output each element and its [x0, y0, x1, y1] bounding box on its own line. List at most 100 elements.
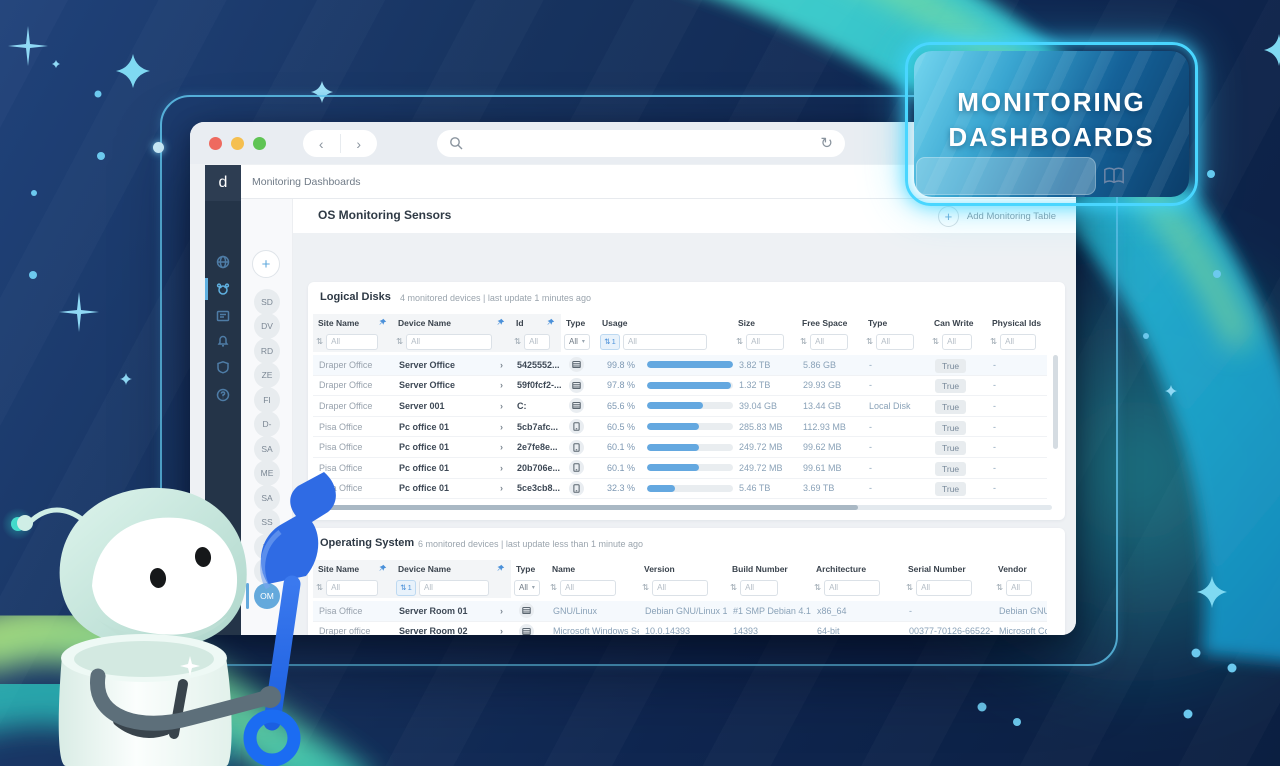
filter-architecture[interactable]	[824, 580, 880, 596]
filter-serial-number[interactable]	[916, 580, 972, 596]
filter-physical-ids[interactable]	[1000, 334, 1036, 350]
sort-icon[interactable]: ⇅	[932, 336, 939, 347]
filter-type-select[interactable]: All▾	[514, 580, 540, 596]
pin-icon[interactable]	[546, 318, 555, 327]
sort-icon[interactable]: ⇅	[800, 336, 807, 347]
sort-icon[interactable]: ⇅	[514, 336, 521, 347]
filter-can-write[interactable]	[942, 334, 972, 350]
app-logo[interactable]: d	[205, 165, 241, 201]
close-window-button[interactable]	[209, 137, 222, 150]
sidebar-item-dashboards[interactable]	[205, 305, 241, 327]
chevron-right-icon[interactable]: ›	[500, 606, 503, 616]
col-vendor: Vendor	[993, 560, 1047, 577]
sidebar-item-network[interactable]	[205, 251, 241, 273]
avatar-ze[interactable]: ZE	[254, 362, 280, 388]
sort-icon[interactable]: ⇅	[990, 336, 997, 347]
caret-down-icon: ▾	[582, 338, 585, 345]
chevron-right-icon[interactable]: ›	[500, 401, 503, 411]
sort-icon[interactable]: ⇅	[642, 582, 649, 593]
can-write-badge: True	[935, 462, 966, 476]
table-row[interactable]: Pisa Office Pc office 01› 20b706e... 60.…	[313, 458, 1047, 479]
sort-icon[interactable]: ⇅	[866, 336, 873, 347]
table-row[interactable]: Pisa Office Pc office 01› 5ce3cb8... 32.…	[313, 479, 1047, 500]
pin-icon[interactable]	[496, 318, 505, 327]
page-title: OS Monitoring Sensors	[318, 208, 451, 222]
filter-type-select[interactable]: All▾	[564, 334, 590, 350]
table-row[interactable]: Draper Office Server Office› 59f0fcf2-..…	[313, 376, 1047, 397]
filter-size[interactable]	[746, 334, 784, 350]
device-icon	[569, 481, 584, 496]
sort-icon[interactable]: ⇅	[736, 336, 743, 347]
filter-device-name[interactable]	[406, 334, 492, 350]
sidebar-item-sensors[interactable]	[205, 278, 241, 300]
table-row[interactable]: Draper Office Server 001› C: 65.6 % 39.0…	[313, 396, 1047, 417]
filter-site-name[interactable]	[326, 334, 378, 350]
table-row[interactable]: Pisa Office Server Room 01› GNU/Linux De…	[313, 601, 1047, 622]
add-group-button[interactable]: +	[252, 250, 280, 278]
avatar-d[interactable]: D-	[254, 411, 280, 437]
filter-type-2[interactable]	[876, 334, 914, 350]
avatar-sd[interactable]: SD	[254, 289, 280, 315]
sidebar-item-alerts[interactable]	[205, 330, 241, 352]
usage-sort-badge[interactable]: ⇅1	[600, 334, 620, 350]
chevron-right-icon[interactable]: ›	[500, 442, 503, 452]
back-button[interactable]: ‹	[303, 130, 340, 157]
chevron-right-icon[interactable]: ›	[500, 463, 503, 473]
chevron-right-icon[interactable]: ›	[500, 380, 503, 390]
avatar-sa[interactable]: SA	[254, 436, 280, 462]
sort-icon[interactable]: ⇅	[396, 336, 403, 347]
chevron-right-icon[interactable]: ›	[500, 360, 503, 370]
address-bar[interactable]: ↻	[437, 130, 845, 157]
globe-icon	[216, 255, 230, 269]
sort-icon[interactable]: ⇅	[814, 582, 821, 593]
filter-version[interactable]	[652, 580, 708, 596]
col-site-name: Site Name	[318, 318, 359, 328]
table-row[interactable]: Draper Office Server Office› 5425552... …	[313, 355, 1047, 376]
sidebar-item-security[interactable]	[205, 356, 241, 378]
chevron-right-icon[interactable]: ›	[500, 483, 503, 493]
horizontal-scrollbar-thumb[interactable]	[313, 505, 858, 510]
filter-id[interactable]	[524, 334, 550, 350]
filter-device-name[interactable]	[419, 580, 489, 596]
avatar-fi[interactable]: FI	[254, 387, 280, 413]
can-write-badge: True	[935, 379, 966, 393]
sort-icon[interactable]: ⇅	[316, 336, 323, 347]
operating-system-subtitle: 6 monitored devices | last update less t…	[418, 539, 643, 549]
chevron-right-icon[interactable]: ›	[500, 422, 503, 432]
vertical-scrollbar-thumb[interactable]	[1053, 355, 1058, 449]
table-row[interactable]: Draper office Server Room 02› Microsoft …	[313, 622, 1047, 635]
filter-usage[interactable]	[623, 334, 707, 350]
chevron-right-icon[interactable]: ›	[500, 626, 503, 635]
horizontal-scrollbar[interactable]	[313, 505, 1052, 510]
pin-icon[interactable]	[378, 318, 387, 327]
device-icon	[569, 419, 584, 434]
filter-free-space[interactable]	[810, 334, 848, 350]
sort-icon[interactable]: ⇅	[550, 582, 557, 593]
sort-icon[interactable]: ⇅	[906, 582, 913, 593]
sidebar-item-help[interactable]	[205, 384, 241, 406]
minimize-window-button[interactable]	[231, 137, 244, 150]
avatar-rd[interactable]: RD	[254, 338, 280, 364]
pin-icon[interactable]	[378, 564, 387, 573]
forward-button[interactable]: ›	[341, 130, 378, 157]
filter-build-number[interactable]	[740, 580, 778, 596]
table-row[interactable]: Pisa Office Pc office 01› 2e7fe8e... 60.…	[313, 437, 1047, 458]
can-write-badge: True	[935, 421, 966, 435]
sort-icon[interactable]: ⇅	[730, 582, 737, 593]
reload-icon[interactable]: ↻	[820, 134, 833, 152]
sort-icon[interactable]: ⇅	[996, 582, 1003, 593]
avatar-dv[interactable]: DV	[254, 313, 280, 339]
filter-vendor[interactable]	[1006, 580, 1032, 596]
badge-panel: MONITORING DASHBOARDS	[914, 51, 1189, 197]
table-row[interactable]: Pisa Office Pc office 01› 5cb7afc... 60.…	[313, 417, 1047, 438]
filter-name[interactable]	[560, 580, 616, 596]
plus-icon: +	[938, 206, 959, 227]
help-icon	[216, 388, 230, 402]
usage-bar	[647, 464, 733, 471]
device-sort-badge[interactable]: ⇅1	[396, 580, 416, 596]
add-monitoring-table-button[interactable]: + Add Monitoring Table	[938, 205, 1056, 228]
col-free-space: Free Space	[797, 314, 863, 331]
logical-disks-title: Logical Disks	[320, 291, 391, 303]
pin-icon[interactable]	[496, 564, 505, 573]
maximize-window-button[interactable]	[253, 137, 266, 150]
